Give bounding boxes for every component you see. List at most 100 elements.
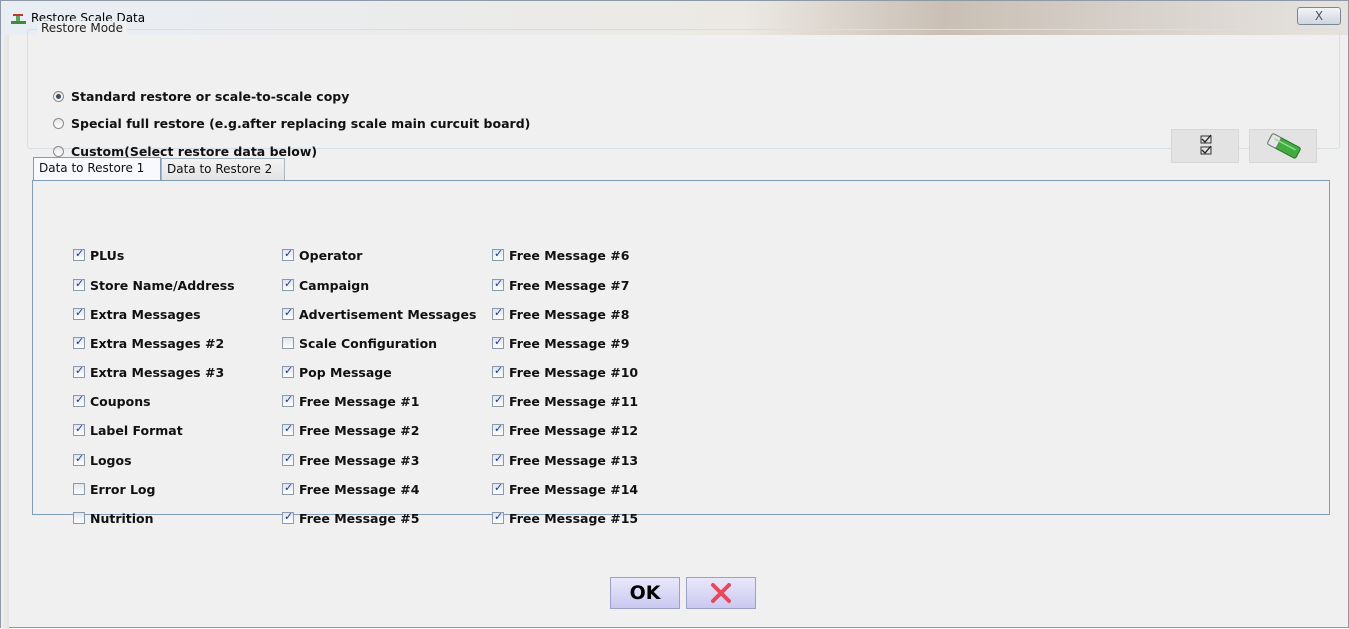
checkbox[interactable] <box>492 335 504 349</box>
checkbox-scale-configuration[interactable]: Scale Configuration <box>282 334 437 352</box>
checkbox-extra-messages[interactable]: Extra Messages <box>73 305 201 323</box>
checkbox[interactable] <box>73 512 85 524</box>
checkbox[interactable] <box>73 335 85 349</box>
checkbox-free-message-6[interactable]: Free Message #6 <box>492 246 629 264</box>
checkbox-label: Pop Message <box>299 364 392 380</box>
tab-label: Data to Restore 1 <box>39 161 145 175</box>
checkbox-label: Logos <box>90 452 132 468</box>
clear-all-button[interactable] <box>1249 129 1317 163</box>
checkbox-label: Free Message #1 <box>299 393 420 409</box>
data-to-restore-panel <box>32 180 1330 515</box>
checkbox-extra-messages-2[interactable]: Extra Messages #2 <box>73 334 224 352</box>
checkbox-free-message-9[interactable]: Free Message #9 <box>492 334 629 352</box>
checkbox-free-message-13[interactable]: Free Message #13 <box>492 451 638 469</box>
checkbox[interactable] <box>282 452 294 466</box>
checkbox-free-message-7[interactable]: Free Message #7 <box>492 276 629 294</box>
checkbox-free-message-12[interactable]: Free Message #12 <box>492 421 638 439</box>
checkbox[interactable] <box>73 306 85 320</box>
checkbox[interactable] <box>282 393 294 407</box>
checkbox[interactable] <box>492 481 504 495</box>
checkbox-extra-messages-3[interactable]: Extra Messages #3 <box>73 363 224 381</box>
radio-button[interactable] <box>53 90 64 102</box>
checkbox-label: Extra Messages #2 <box>90 335 225 351</box>
checkbox[interactable] <box>492 277 504 291</box>
checkbox-label: Free Message #10 <box>509 364 639 380</box>
radio-button[interactable] <box>53 117 64 129</box>
checkbox-label: Operator <box>299 247 363 263</box>
checkbox-plus[interactable]: PLUs <box>73 246 124 264</box>
checkbox-label-format[interactable]: Label Format <box>73 421 183 439</box>
checkbox[interactable] <box>492 306 504 320</box>
checkbox-free-message-11[interactable]: Free Message #11 <box>492 392 638 410</box>
checkbox[interactable] <box>282 337 294 349</box>
checkbox-label: Free Message #11 <box>509 393 639 409</box>
checkbox-advertisement-messages[interactable]: Advertisement Messages <box>282 305 476 323</box>
checkbox-free-message-2[interactable]: Free Message #2 <box>282 421 419 439</box>
radio-standard-restore[interactable]: Standard restore or scale-to-scale copy <box>53 87 349 105</box>
checkbox[interactable] <box>73 364 85 378</box>
radio-special-full-restore[interactable]: Special full restore (e.g.after replacin… <box>53 114 530 132</box>
checkbox-free-message-10[interactable]: Free Message #10 <box>492 363 638 381</box>
checkbox[interactable] <box>73 483 85 495</box>
radio-button[interactable] <box>53 145 64 157</box>
checkbox-pop-message[interactable]: Pop Message <box>282 363 392 381</box>
checkbox[interactable] <box>73 393 85 407</box>
checkbox-store-name-address[interactable]: Store Name/Address <box>73 276 235 294</box>
checkbox-logos[interactable]: Logos <box>73 451 132 469</box>
close-icon: X <box>1314 9 1324 23</box>
checkbox-label: Error Log <box>90 481 156 497</box>
tab-data-to-restore-1[interactable]: Data to Restore 1 <box>33 157 161 181</box>
checkbox-label: Free Message #12 <box>509 422 639 438</box>
checkbox-label: Coupons <box>90 393 151 409</box>
checkbox[interactable] <box>282 247 294 261</box>
checkbox-label: Advertisement Messages <box>299 306 477 322</box>
checkbox[interactable] <box>492 393 504 407</box>
ok-button-label: OK <box>629 582 661 604</box>
checkbox-free-message-3[interactable]: Free Message #3 <box>282 451 419 469</box>
checkbox[interactable] <box>73 247 85 261</box>
checkbox-label: Nutrition <box>90 510 154 526</box>
checkbox-label: Free Message #2 <box>299 422 420 438</box>
checkbox-label: Extra Messages #3 <box>90 364 225 380</box>
checkbox-label: Extra Messages <box>90 306 201 322</box>
checkbox-label: Free Message #15 <box>509 510 639 526</box>
checkbox[interactable] <box>282 277 294 291</box>
checkbox-label: Scale Configuration <box>299 335 438 351</box>
checkbox-free-message-15[interactable]: Free Message #15 <box>492 509 638 527</box>
cancel-button[interactable] <box>686 577 756 609</box>
checkbox[interactable] <box>282 510 294 524</box>
checkbox[interactable] <box>282 481 294 495</box>
select-all-button[interactable] <box>1171 129 1239 163</box>
checkbox-campaign[interactable]: Campaign <box>282 276 369 294</box>
checkbox[interactable] <box>492 364 504 378</box>
checkbox-error-log[interactable]: Error Log <box>73 480 155 498</box>
checkbox-label: PLUs <box>90 247 125 263</box>
checkbox-free-message-14[interactable]: Free Message #14 <box>492 480 638 498</box>
tab-label: Data to Restore 2 <box>167 162 273 176</box>
checkbox-free-message-4[interactable]: Free Message #4 <box>282 480 419 498</box>
checkbox[interactable] <box>282 306 294 320</box>
checkbox-free-message-8[interactable]: Free Message #8 <box>492 305 629 323</box>
checkbox[interactable] <box>492 510 504 524</box>
checkbox[interactable] <box>73 422 85 436</box>
checkbox-free-message-1[interactable]: Free Message #1 <box>282 392 419 410</box>
checkbox-label: Free Message #9 <box>509 335 630 351</box>
checkbox-coupons[interactable]: Coupons <box>73 392 151 410</box>
checkbox[interactable] <box>73 452 85 466</box>
checkbox-nutrition[interactable]: Nutrition <box>73 509 154 527</box>
close-button[interactable]: X <box>1297 7 1341 25</box>
restore-scale-data-window: Restore Scale Data X Restore Mode Standa… <box>0 0 1349 629</box>
checkbox[interactable] <box>492 452 504 466</box>
ok-button[interactable]: OK <box>610 577 680 609</box>
checkbox-label: Free Message #8 <box>509 306 630 322</box>
checkbox-label: Free Message #3 <box>299 452 420 468</box>
checkbox[interactable] <box>73 277 85 291</box>
window-left-edge <box>1 35 9 629</box>
checkbox-operator[interactable]: Operator <box>282 246 362 264</box>
tab-data-to-restore-2[interactable]: Data to Restore 2 <box>161 158 285 180</box>
checkbox[interactable] <box>282 364 294 378</box>
checkbox[interactable] <box>492 422 504 436</box>
checkbox-free-message-5[interactable]: Free Message #5 <box>282 509 419 527</box>
checkbox[interactable] <box>282 422 294 436</box>
checkbox[interactable] <box>492 247 504 261</box>
